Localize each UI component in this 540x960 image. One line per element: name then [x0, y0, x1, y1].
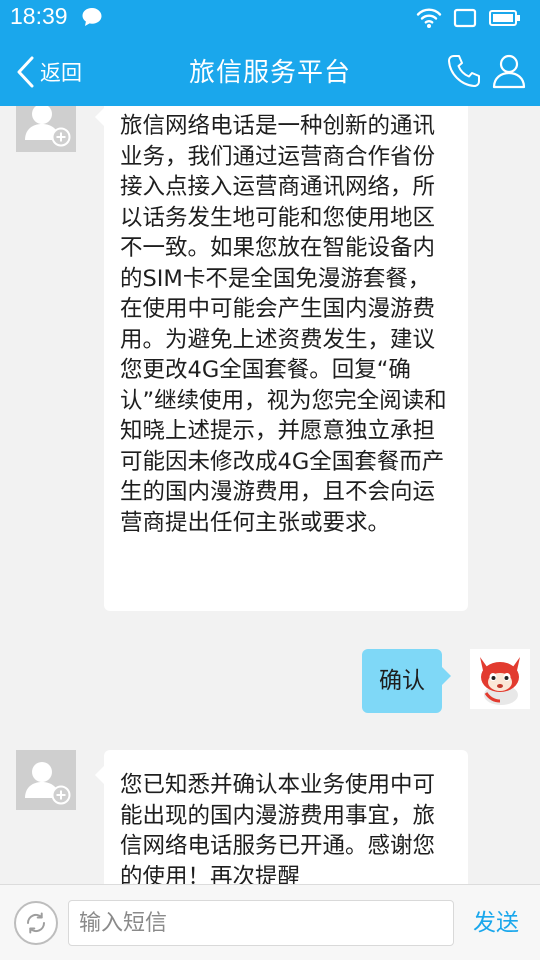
avatar[interactable] [470, 649, 530, 709]
switch-sim-button[interactable] [14, 901, 58, 945]
contact-avatar-icon [25, 762, 71, 805]
message-text: 您已知悉并确认本业务使用中可能出现的国内漫游费用事宜，旅信网络电话服务已开通。感… [120, 772, 436, 884]
screen-rotate-icon [453, 8, 477, 28]
avatar[interactable] [16, 106, 76, 152]
conversation[interactable]: 旅信网络电话是一种创新的通讯业务，我们通过运营商合作省份接入点接入运营商通讯网络… [0, 106, 540, 884]
message-input[interactable] [68, 900, 454, 946]
message-bubble-icon [82, 8, 102, 26]
contact-icon[interactable] [490, 52, 528, 90]
status-bar: 18:39 [0, 0, 540, 36]
send-button[interactable]: 发送 [468, 905, 524, 941]
wifi-icon [416, 8, 442, 28]
incoming-message[interactable]: 旅信网络电话是一种创新的通讯业务，我们通过运营商合作省份接入点接入运营商通讯网络… [95, 106, 468, 611]
contact-avatar-icon [25, 106, 71, 147]
outgoing-message[interactable]: 确认 [362, 649, 451, 713]
message-text: 旅信网络电话是一种创新的通讯业务，我们通过运营商合作省份接入点接入运营商通讯网络… [120, 113, 447, 536]
avatar[interactable] [16, 750, 76, 810]
switch-sim-icon [26, 912, 46, 934]
status-icons [416, 6, 526, 30]
battery-icon [489, 10, 520, 26]
app-header: 返回 旅信服务平台 [0, 36, 540, 106]
incoming-message[interactable]: 您已知悉并确认本业务使用中可能出现的国内漫游费用事宜，旅信网络电话服务已开通。感… [95, 750, 468, 884]
status-time: 18:39 [10, 3, 68, 29]
compose-bar: 发送 [0, 884, 540, 960]
cartoon-fox-avatar-icon [470, 649, 530, 709]
message-text: 确认 [379, 668, 425, 694]
phone-icon[interactable] [446, 53, 482, 89]
